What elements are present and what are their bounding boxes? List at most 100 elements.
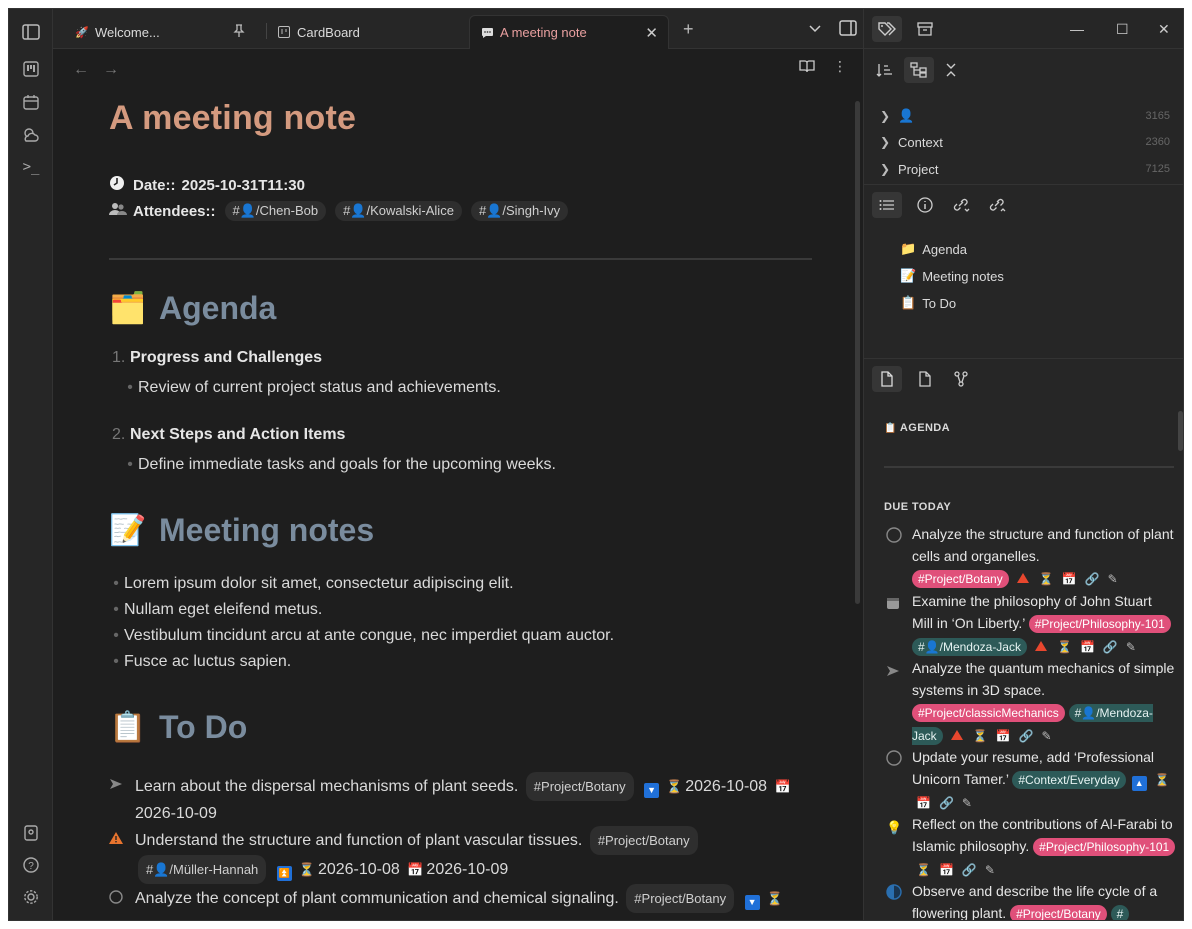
outline-item-meeting-notes[interactable]: 📝 Meeting notes	[900, 268, 1004, 284]
outline-icon[interactable]	[872, 192, 902, 218]
project-tag[interactable]: #Project/Botany	[1010, 905, 1107, 920]
minimize-icon[interactable]: —	[1070, 21, 1084, 37]
high-priority-icon	[950, 730, 963, 740]
edit-icon[interactable]: ✎	[1042, 725, 1052, 747]
tab-cardboard[interactable]: CardBoard	[267, 15, 457, 49]
agenda-detail-text: Define immediate tasks and goals for the…	[138, 456, 556, 473]
editor-pane: ← → ⋮ A meeting note Date:: 2025-10-31T1…	[53, 49, 863, 920]
link-icon[interactable]: 🔗	[962, 859, 977, 881]
terminal-icon[interactable]: >_	[19, 155, 43, 179]
attendees-property: Attendees:: #👤/Chen-Bob #👤/Kowalski-Alic…	[109, 198, 809, 224]
warning-icon[interactable]	[109, 826, 135, 884]
forwarded-icon[interactable]	[109, 772, 135, 826]
high-priority-icon	[1016, 573, 1029, 583]
edit-icon[interactable]: ✎	[962, 792, 972, 814]
tags-icon[interactable]	[872, 16, 902, 42]
divider	[109, 258, 812, 260]
project-tag[interactable]: #Project/classicMechanics	[912, 704, 1065, 722]
tree-item-people[interactable]: ❯ 👤 3165	[880, 103, 1170, 129]
tree-item-project[interactable]: ❯ Project 7125	[880, 156, 1170, 182]
file-icon[interactable]	[872, 366, 902, 392]
project-tag[interactable]: #Project/Botany	[912, 570, 1009, 588]
outgoing-links-icon[interactable]	[982, 192, 1012, 218]
project-tag[interactable]: #Project/Philosophy-101	[1033, 838, 1176, 856]
attendee-tag[interactable]: #👤/Singh-Ivy	[470, 201, 569, 221]
maximize-icon[interactable]: ☐	[1116, 21, 1129, 38]
help-icon[interactable]: ?	[19, 853, 43, 877]
scheduled-icon[interactable]	[886, 590, 912, 658]
attendee-tag[interactable]: #👤/Kowalski-Alice	[335, 201, 462, 221]
more-options-icon[interactable]: ⋮	[833, 59, 847, 78]
context-tag[interactable]: #Context/Everyday	[1012, 771, 1126, 789]
tab-welcome[interactable]: 🚀 Welcome...	[65, 15, 255, 49]
edit-icon[interactable]: ✎	[1126, 636, 1136, 658]
back-arrow-icon[interactable]: ←	[73, 61, 89, 79]
forward-arrow-icon[interactable]: →	[103, 61, 119, 79]
link-icon[interactable]: 🔗	[1103, 636, 1118, 658]
high-priority-icon: ⏫	[276, 866, 292, 881]
edit-icon[interactable]: ✎	[985, 859, 995, 881]
outline-item-agenda[interactable]: 📁 Agenda	[900, 241, 967, 257]
chevron-down-icon[interactable]	[809, 21, 821, 39]
note-title: A meeting note	[109, 99, 357, 137]
collapse-all-icon[interactable]	[936, 57, 966, 83]
toggle-right-sidebar-icon[interactable]	[839, 20, 857, 41]
new-tab-icon[interactable]: +	[683, 19, 694, 40]
link-icon[interactable]: 🔗	[939, 792, 954, 814]
pin-icon[interactable]	[233, 23, 245, 41]
memo-icon: 📝	[109, 514, 147, 547]
tree-view-icon[interactable]	[904, 57, 934, 83]
graph-icon[interactable]	[946, 366, 976, 392]
calendar-icon[interactable]	[19, 90, 43, 114]
person-tag[interactable]: #👤/Müller-Hannah	[138, 855, 267, 884]
list-item: • Nullam eget eleifend metus.	[109, 597, 809, 623]
clipboard-icon: 📋	[900, 295, 917, 310]
checkbox[interactable]	[886, 746, 912, 814]
checkbox[interactable]	[886, 523, 912, 590]
toggle-sidebar-icon[interactable]	[19, 20, 43, 44]
sort-icon[interactable]	[870, 57, 900, 83]
list-item-text: Fusce ac luctus sapien.	[124, 653, 292, 670]
person-tag[interactable]: #	[1110, 905, 1130, 920]
agenda-item: 1. Progress and Challenges	[109, 349, 809, 375]
folder-icon: 🗂️	[109, 292, 147, 325]
attendee-tag[interactable]: #👤/Chen-Bob	[224, 201, 327, 221]
tasks-scrollbar[interactable]	[1178, 411, 1183, 451]
task-item: Update your resume, add ‘Professional Un…	[886, 746, 1176, 814]
idea-icon[interactable]: 💡	[886, 813, 912, 881]
settings-icon[interactable]	[19, 885, 43, 909]
forwarded-icon[interactable]	[886, 657, 912, 747]
project-tag[interactable]: #Project/Philosophy-101	[1028, 615, 1171, 633]
project-tag[interactable]: #Project/Botany	[525, 772, 634, 801]
archive-icon[interactable]	[910, 16, 940, 42]
calendar-icon: 📅	[995, 729, 1011, 743]
agenda-list: 1. Progress and Challenges • Review of cur…	[109, 349, 809, 478]
person-tag[interactable]: #👤/Mendoza-Jack	[912, 638, 1027, 656]
date-value[interactable]: 2025-10-31T11:30	[182, 177, 305, 194]
list-item: • Fusce ac luctus sapien.	[109, 649, 809, 675]
project-tag[interactable]: #Project/Botany	[589, 826, 698, 855]
tab-meeting-note[interactable]: A meeting note ✕	[469, 15, 669, 49]
tree-item-context[interactable]: ❯ Context 2360	[880, 129, 1170, 155]
half-done-icon[interactable]	[886, 880, 912, 920]
editor-scrollbar[interactable]	[855, 101, 860, 604]
project-tag[interactable]: #Project/Botany	[626, 884, 735, 913]
link-icon[interactable]: 🔗	[1019, 725, 1034, 747]
weather-icon[interactable]	[19, 123, 43, 147]
close-window-icon[interactable]: ✕	[1158, 21, 1170, 38]
todo-item: Analyze the concept of plant communicati…	[109, 884, 809, 913]
outline-item-todo[interactable]: 📋 To Do	[900, 295, 956, 311]
link-icon[interactable]: 🔗	[1085, 568, 1100, 590]
document-icon[interactable]	[910, 366, 940, 392]
checkbox[interactable]	[109, 884, 135, 913]
close-tab-icon[interactable]: ✕	[645, 24, 658, 42]
task-text: Analyze the structure and function of pl…	[912, 526, 1174, 564]
list-item-text: Nullam eget eleifend metus.	[124, 601, 323, 618]
edit-icon[interactable]: ✎	[1108, 568, 1118, 590]
reading-view-icon[interactable]	[799, 59, 815, 78]
info-icon[interactable]	[910, 192, 940, 218]
vault-icon[interactable]	[19, 821, 43, 845]
backlinks-icon[interactable]	[946, 192, 976, 218]
task-item: 💡 Reflect on the contributions of Al-Far…	[886, 813, 1176, 881]
kanban-icon[interactable]	[19, 57, 43, 81]
